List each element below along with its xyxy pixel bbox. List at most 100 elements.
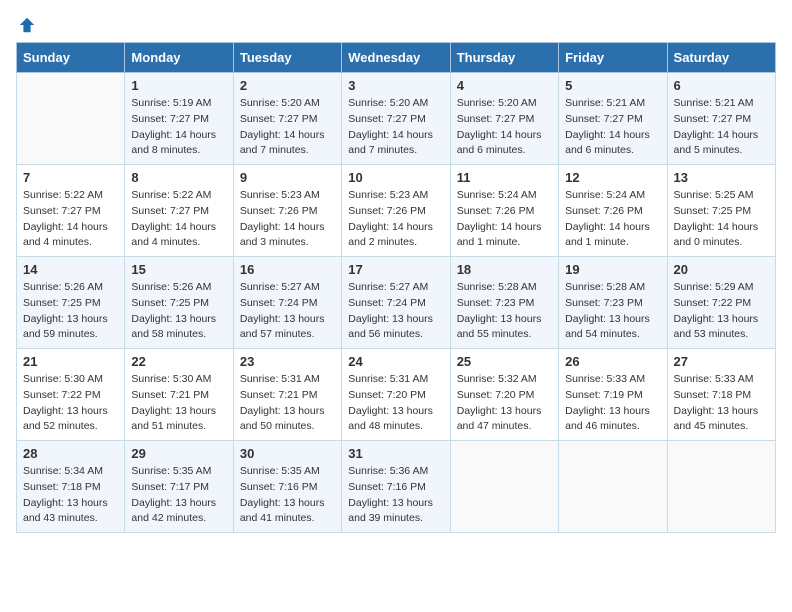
calendar-cell: 14 Sunrise: 5:26 AMSunset: 7:25 PMDayligh… [17,257,125,349]
day-info: Sunrise: 5:20 AMSunset: 7:27 PMDaylight:… [457,96,552,159]
day-number: 6 [674,78,769,93]
day-number: 18 [457,262,552,277]
day-number: 11 [457,170,552,185]
day-info: Sunrise: 5:27 AMSunset: 7:24 PMDaylight:… [348,280,443,343]
day-info: Sunrise: 5:28 AMSunset: 7:23 PMDaylight:… [457,280,552,343]
day-number: 10 [348,170,443,185]
day-info: Sunrise: 5:28 AMSunset: 7:23 PMDaylight:… [565,280,660,343]
page-header [16,16,776,34]
calendar-cell: 28Sunrise: 5:34 AMSunset: 7:18 PMDayligh… [17,441,125,533]
calendar-cell: 25Sunrise: 5:32 AMSunset: 7:20 PMDayligh… [450,349,558,441]
calendar-cell: 17 Sunrise: 5:27 AMSunset: 7:24 PMDayligh… [342,257,450,349]
day-info: Sunrise: 5:25 AMSunset: 7:25 PMDaylight:… [674,188,769,251]
day-number: 20 [674,262,769,277]
calendar-cell: 6 Sunrise: 5:21 AMSunset: 7:27 PMDaylight… [667,73,775,165]
calendar-cell: 10 Sunrise: 5:23 AMSunset: 7:26 PMDayligh… [342,165,450,257]
logo [16,16,36,34]
calendar-cell: 3 Sunrise: 5:20 AMSunset: 7:27 PMDaylight… [342,73,450,165]
day-info: Sunrise: 5:19 AMSunset: 7:27 PMDaylight:… [131,96,226,159]
day-number: 9 [240,170,335,185]
day-info: Sunrise: 5:21 AMSunset: 7:27 PMDaylight:… [674,96,769,159]
calendar-cell: 18 Sunrise: 5:28 AMSunset: 7:23 PMDayligh… [450,257,558,349]
day-number: 3 [348,78,443,93]
day-info: Sunrise: 5:20 AMSunset: 7:27 PMDaylight:… [348,96,443,159]
calendar-cell: 5 Sunrise: 5:21 AMSunset: 7:27 PMDaylight… [559,73,667,165]
day-info: Sunrise: 5:33 AMSunset: 7:18 PMDaylight:… [674,372,769,435]
day-info: Sunrise: 5:22 AMSunset: 7:27 PMDaylight:… [23,188,118,251]
header-saturday: Saturday [667,43,775,73]
day-info: Sunrise: 5:29 AMSunset: 7:22 PMDaylight:… [674,280,769,343]
header-friday: Friday [559,43,667,73]
header-thursday: Thursday [450,43,558,73]
day-number: 22 [131,354,226,369]
calendar-cell [667,441,775,533]
day-number: 4 [457,78,552,93]
calendar-cell: 20 Sunrise: 5:29 AMSunset: 7:22 PMDayligh… [667,257,775,349]
day-info: Sunrise: 5:26 AMSunset: 7:25 PMDaylight:… [131,280,226,343]
day-info: Sunrise: 5:33 AMSunset: 7:19 PMDaylight:… [565,372,660,435]
day-info: Sunrise: 5:24 AMSunset: 7:26 PMDaylight:… [565,188,660,251]
day-number: 14 [23,262,118,277]
logo-icon [18,16,36,34]
day-number: 24 [348,354,443,369]
calendar-cell [17,73,125,165]
day-info: Sunrise: 5:31 AMSunset: 7:20 PMDaylight:… [348,372,443,435]
day-info: Sunrise: 5:22 AMSunset: 7:27 PMDaylight:… [131,188,226,251]
calendar-cell: 16 Sunrise: 5:27 AMSunset: 7:24 PMDayligh… [233,257,341,349]
header-monday: Monday [125,43,233,73]
day-number: 23 [240,354,335,369]
calendar-cell: 4 Sunrise: 5:20 AMSunset: 7:27 PMDaylight… [450,73,558,165]
day-info: Sunrise: 5:31 AMSunset: 7:21 PMDaylight:… [240,372,335,435]
calendar-cell: 8 Sunrise: 5:22 AMSunset: 7:27 PMDaylight… [125,165,233,257]
day-number: 30 [240,446,335,461]
day-info: Sunrise: 5:34 AMSunset: 7:18 PMDaylight:… [23,464,118,527]
day-number: 19 [565,262,660,277]
calendar-cell: 30 Sunrise: 5:35 AMSunset: 7:16 PMDayligh… [233,441,341,533]
header-tuesday: Tuesday [233,43,341,73]
day-number: 12 [565,170,660,185]
day-number: 2 [240,78,335,93]
calendar-cell: 29Sunrise: 5:35 AMSunset: 7:17 PMDayligh… [125,441,233,533]
calendar-week-row: 21 Sunrise: 5:30 AMSunset: 7:22 PMDayligh… [17,349,776,441]
day-info: Sunrise: 5:21 AMSunset: 7:27 PMDaylight:… [565,96,660,159]
day-info: Sunrise: 5:23 AMSunset: 7:26 PMDaylight:… [240,188,335,251]
day-number: 21 [23,354,118,369]
day-info: Sunrise: 5:35 AMSunset: 7:16 PMDaylight:… [240,464,335,527]
calendar-week-row: 14 Sunrise: 5:26 AMSunset: 7:25 PMDayligh… [17,257,776,349]
day-info: Sunrise: 5:30 AMSunset: 7:21 PMDaylight:… [131,372,226,435]
day-info: Sunrise: 5:26 AMSunset: 7:25 PMDaylight:… [23,280,118,343]
calendar-cell: 24 Sunrise: 5:31 AMSunset: 7:20 PMDayligh… [342,349,450,441]
calendar-cell: 23 Sunrise: 5:31 AMSunset: 7:21 PMDayligh… [233,349,341,441]
day-info: Sunrise: 5:30 AMSunset: 7:22 PMDaylight:… [23,372,118,435]
day-number: 1 [131,78,226,93]
calendar-cell: 2Sunrise: 5:20 AMSunset: 7:27 PMDaylight… [233,73,341,165]
day-number: 17 [348,262,443,277]
day-number: 29 [131,446,226,461]
day-number: 27 [674,354,769,369]
calendar-header-row: Sunday Monday Tuesday Wednesday Thursday… [17,43,776,73]
calendar-cell [450,441,558,533]
calendar-cell: 7 Sunrise: 5:22 AMSunset: 7:27 PMDaylight… [17,165,125,257]
calendar-week-row: 1 Sunrise: 5:19 AMSunset: 7:27 PMDaylight… [17,73,776,165]
calendar-cell: 11 Sunrise: 5:24 AMSunset: 7:26 PMDayligh… [450,165,558,257]
day-number: 13 [674,170,769,185]
day-info: Sunrise: 5:27 AMSunset: 7:24 PMDaylight:… [240,280,335,343]
day-number: 26 [565,354,660,369]
day-info: Sunrise: 5:36 AMSunset: 7:16 PMDaylight:… [348,464,443,527]
calendar-cell: 15Sunrise: 5:26 AMSunset: 7:25 PMDayligh… [125,257,233,349]
day-info: Sunrise: 5:24 AMSunset: 7:26 PMDaylight:… [457,188,552,251]
day-number: 8 [131,170,226,185]
calendar-week-row: 7 Sunrise: 5:22 AMSunset: 7:27 PMDaylight… [17,165,776,257]
day-number: 5 [565,78,660,93]
day-number: 7 [23,170,118,185]
calendar-cell: 31Sunrise: 5:36 AMSunset: 7:16 PMDayligh… [342,441,450,533]
calendar-cell: 12 Sunrise: 5:24 AMSunset: 7:26 PMDayligh… [559,165,667,257]
header-sunday: Sunday [17,43,125,73]
calendar-cell [559,441,667,533]
calendar-cell: 13 Sunrise: 5:25 AMSunset: 7:25 PMDayligh… [667,165,775,257]
calendar-cell: 1 Sunrise: 5:19 AMSunset: 7:27 PMDaylight… [125,73,233,165]
calendar-cell: 19 Sunrise: 5:28 AMSunset: 7:23 PMDayligh… [559,257,667,349]
day-number: 16 [240,262,335,277]
day-info: Sunrise: 5:23 AMSunset: 7:26 PMDaylight:… [348,188,443,251]
calendar-cell: 9 Sunrise: 5:23 AMSunset: 7:26 PMDaylight… [233,165,341,257]
